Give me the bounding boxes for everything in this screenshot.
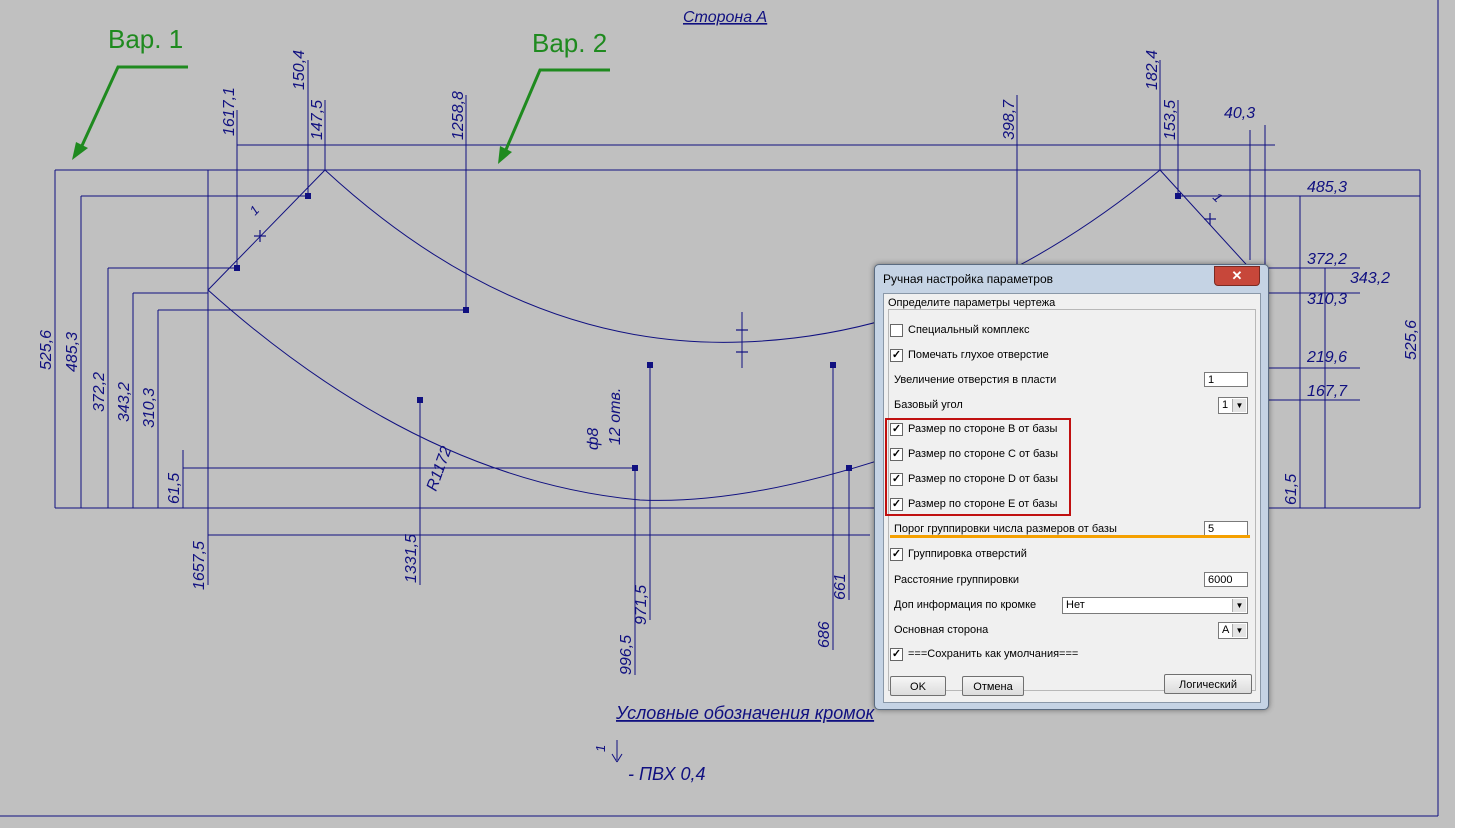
- chevron-down-icon: ▼: [1232, 624, 1246, 637]
- dim-40: 40,3: [1224, 105, 1255, 122]
- dim-686: 686: [816, 621, 833, 648]
- grouping-distance-input[interactable]: 6000: [1204, 572, 1248, 587]
- dim-343-left: 343,2: [116, 382, 133, 422]
- dim-971: 971,5: [633, 585, 650, 625]
- dim-182: 182,4: [1144, 50, 1161, 90]
- dim-61-left: 61,5: [166, 473, 183, 504]
- dim-310-right: 310,3: [1307, 291, 1347, 308]
- label-edge-info: Доп информация по кромке: [894, 599, 1037, 611]
- dim-398: 398,7: [1001, 99, 1018, 140]
- hole-increase-input[interactable]: 1: [1204, 372, 1248, 387]
- cancel-button[interactable]: Отмена: [962, 676, 1024, 696]
- highlight-side-options-box: [885, 418, 1071, 516]
- highlight-threshold-underline: [890, 535, 1250, 538]
- edge-info-select[interactable]: Нет ▼: [1062, 597, 1248, 614]
- label-group-holes: Группировка отверстий: [908, 548, 1027, 560]
- dim-661: 661: [832, 573, 849, 600]
- group-title: Определите параметры чертежа: [888, 297, 1056, 309]
- legend-mark: 1: [593, 745, 608, 752]
- close-button[interactable]: ✕: [1214, 266, 1260, 286]
- dim-996: 996,5: [618, 635, 635, 675]
- dim-1331: 1331,5: [403, 534, 420, 583]
- base-angle-value: 1: [1222, 399, 1229, 411]
- label-save-defaults: ===Сохранить как умолчания===: [908, 648, 1079, 660]
- hole-diameter-label: ф8: [585, 428, 602, 450]
- dim-1617: 1617,1: [221, 87, 238, 136]
- main-side-value: A: [1222, 624, 1230, 636]
- sheet-bottom-margin: [0, 828, 1467, 839]
- dim-310-left: 310,3: [141, 388, 158, 428]
- checkbox-group-holes[interactable]: ✓: [890, 548, 903, 561]
- dim-150: 150,4: [291, 50, 308, 90]
- dim-485-left: 485,3: [64, 332, 81, 372]
- checkbox-special-complex[interactable]: [890, 324, 903, 337]
- chevron-down-icon: ▼: [1232, 599, 1246, 612]
- sheet-right-margin: [1455, 0, 1467, 839]
- dim-485-right: 485,3: [1307, 179, 1347, 196]
- legend-text: - ПВХ 0,4: [628, 764, 705, 784]
- dim-219-right: 219,6: [1306, 349, 1347, 366]
- chevron-down-icon: ▼: [1232, 399, 1246, 412]
- label-main-side: Основная сторона: [894, 624, 989, 636]
- dim-153: 153,5: [1162, 100, 1179, 140]
- label-mark-blind-hole: Помечать глухое отверстие: [908, 349, 1049, 361]
- legend-title: Условные обозначения кромок: [615, 703, 876, 723]
- label-special-complex: Специальный комплекс: [908, 324, 1030, 336]
- dim-525-left: 525,6: [38, 330, 55, 370]
- grouping-threshold-input[interactable]: 5: [1204, 521, 1248, 536]
- dim-1657: 1657,5: [191, 541, 208, 590]
- dim-147: 147,5: [309, 100, 326, 140]
- dim-167-right: 167,7: [1307, 383, 1348, 400]
- main-side-select[interactable]: A ▼: [1218, 622, 1248, 639]
- base-angle-select[interactable]: 1 ▼: [1218, 397, 1248, 414]
- dialog-title: Ручная настройка параметров: [883, 272, 1054, 286]
- drawing-title: Сторона А: [683, 9, 767, 26]
- dim-343-right: 343,2: [1350, 270, 1390, 287]
- variant-1-label: Вар. 1: [108, 24, 183, 54]
- dim-372-left: 372,2: [91, 372, 108, 412]
- dim-61-right: 61,5: [1283, 474, 1300, 505]
- variant-2-label: Вар. 2: [532, 28, 607, 58]
- checkbox-save-defaults[interactable]: ✓: [890, 648, 903, 661]
- label-hole-increase: Увеличение отверстия в пласти: [894, 374, 1057, 386]
- label-grouping-distance: Расстояние группировки: [894, 574, 1020, 586]
- hole-count-label: 12 отв.: [607, 388, 624, 445]
- dim-525-right: 525,6: [1403, 320, 1420, 360]
- logic-button[interactable]: Логический: [1164, 674, 1252, 694]
- checkbox-mark-blind-hole[interactable]: ✓: [890, 349, 903, 362]
- edge-info-value: Нет: [1066, 599, 1085, 611]
- dim-372-right: 372,2: [1307, 251, 1347, 268]
- ok-button[interactable]: OK: [890, 676, 946, 696]
- dim-1258: 1258,8: [450, 91, 467, 140]
- label-base-angle: Базовый угол: [894, 399, 963, 411]
